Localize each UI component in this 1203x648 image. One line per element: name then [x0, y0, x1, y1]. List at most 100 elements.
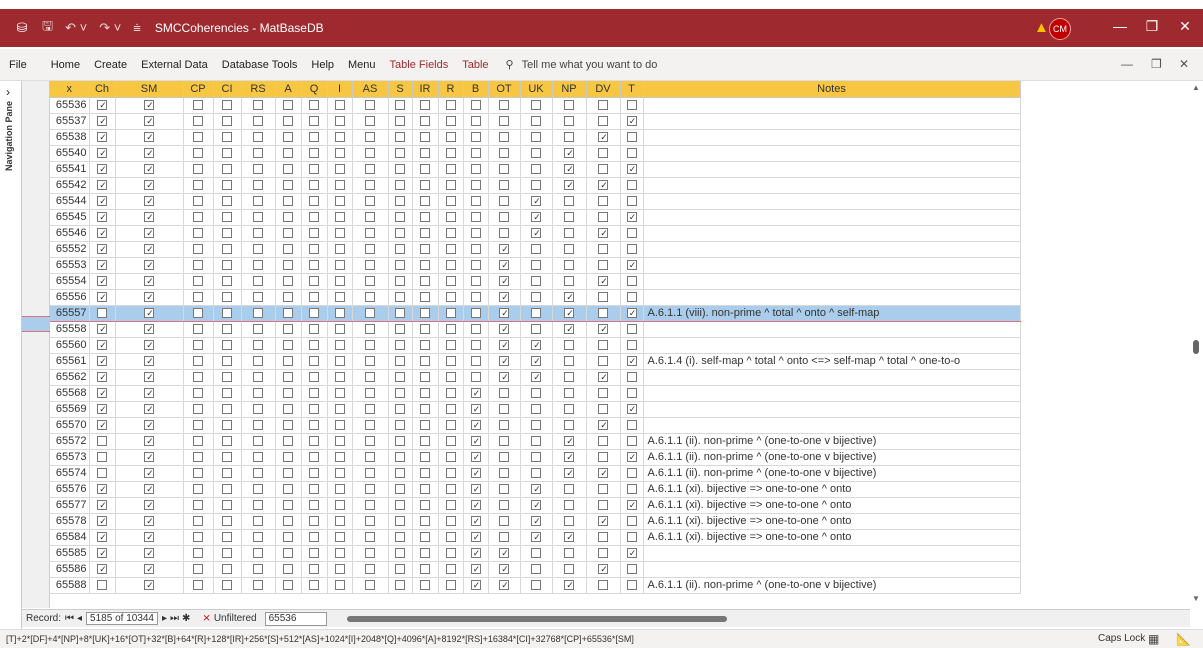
cell-notes[interactable]	[643, 177, 1021, 194]
checkbox[interactable]	[193, 196, 203, 207]
column-header-r[interactable]: R	[438, 81, 464, 98]
checkbox[interactable]	[499, 564, 510, 575]
column-header-s[interactable]: S	[388, 81, 413, 98]
checkbox[interactable]	[626, 580, 637, 591]
checkbox[interactable]	[97, 516, 108, 527]
checkbox[interactable]	[309, 500, 319, 511]
checkbox[interactable]	[564, 340, 574, 351]
checkbox[interactable]	[445, 372, 456, 383]
cell-x[interactable]: 65558	[50, 321, 90, 338]
search-input[interactable]: 65536	[264, 611, 327, 626]
checkbox[interactable]	[470, 436, 482, 447]
checkbox[interactable]	[445, 212, 456, 223]
checkbox[interactable]	[97, 196, 108, 207]
checkbox[interactable]	[445, 356, 456, 367]
checkbox[interactable]	[531, 516, 542, 527]
checkbox[interactable]	[626, 340, 637, 351]
checkbox[interactable]	[470, 196, 481, 207]
checkbox[interactable]	[283, 388, 293, 399]
checkbox[interactable]	[334, 324, 345, 335]
checkbox[interactable]	[531, 276, 541, 287]
checkbox[interactable]	[564, 548, 574, 559]
table-row[interactable]: 65577 A.6.1.1 (xi). bijective => one-to-o…	[50, 497, 1021, 514]
checkbox[interactable]	[598, 548, 608, 559]
checkbox[interactable]	[470, 276, 481, 287]
checkbox[interactable]	[626, 100, 637, 111]
checkbox[interactable]	[598, 100, 608, 111]
checkbox[interactable]	[499, 196, 509, 207]
checkbox[interactable]	[365, 356, 375, 367]
checkbox[interactable]	[97, 420, 108, 431]
checkbox[interactable]	[365, 212, 375, 223]
checkbox[interactable]	[531, 260, 541, 271]
checkbox[interactable]	[334, 404, 345, 415]
checkbox[interactable]	[598, 308, 608, 319]
cell-x[interactable]: 65553	[50, 257, 90, 274]
checkbox[interactable]	[334, 548, 345, 559]
checkbox[interactable]	[97, 260, 108, 271]
column-header-b[interactable]: B	[463, 81, 489, 98]
column-header-uk[interactable]: UK	[520, 81, 553, 98]
cell-x[interactable]: 65542	[50, 177, 90, 194]
checkbox[interactable]	[253, 180, 263, 191]
checkbox[interactable]	[193, 484, 203, 495]
checkbox[interactable]	[253, 324, 263, 335]
checkbox[interactable]	[564, 260, 574, 271]
checkbox[interactable]	[395, 260, 405, 271]
checkbox[interactable]	[193, 180, 203, 191]
checkbox[interactable]	[283, 308, 293, 319]
vertical-scrollbar[interactable]: ▲ ▼	[1190, 81, 1203, 608]
checkbox[interactable]	[564, 404, 574, 415]
checkbox[interactable]	[144, 532, 155, 543]
checkbox[interactable]	[193, 532, 203, 543]
checkbox[interactable]	[144, 356, 155, 367]
checkbox[interactable]	[420, 180, 430, 191]
checkbox[interactable]	[626, 164, 638, 175]
checkbox[interactable]	[531, 340, 542, 351]
checkbox[interactable]	[309, 548, 319, 559]
table-row[interactable]: 65573 A.6.1.1 (ii). non-prime ^ (one-to-o…	[50, 449, 1021, 466]
checkbox[interactable]	[253, 404, 263, 415]
checkbox[interactable]	[309, 564, 319, 575]
datasheet-grid[interactable]: x Ch SM CP CI RS A Q I AS S IR R B OT UK NP DV T Notes 6553…	[50, 81, 1190, 608]
table-row[interactable]: 65538	[50, 129, 1021, 146]
checkbox[interactable]	[626, 212, 638, 223]
cell-notes[interactable]	[643, 257, 1021, 274]
checkbox[interactable]	[253, 532, 263, 543]
checkbox[interactable]	[598, 500, 608, 511]
checkbox[interactable]	[309, 164, 319, 175]
checkbox[interactable]	[193, 548, 203, 559]
cell-x[interactable]: 65572	[50, 433, 90, 450]
checkbox[interactable]	[445, 484, 456, 495]
checkbox[interactable]	[564, 100, 574, 111]
checkbox[interactable]	[499, 516, 509, 527]
checkbox[interactable]	[365, 276, 375, 287]
checkbox[interactable]	[395, 308, 405, 319]
checkbox[interactable]	[445, 340, 456, 351]
checkbox[interactable]	[598, 276, 609, 287]
checkbox[interactable]	[420, 292, 430, 303]
checkbox[interactable]	[626, 116, 638, 127]
checkbox[interactable]	[626, 372, 637, 383]
checkbox[interactable]	[626, 260, 638, 271]
checkbox[interactable]	[365, 164, 375, 175]
checkbox[interactable]	[395, 388, 405, 399]
save-icon[interactable]: 🖫	[42, 17, 53, 39]
checkbox[interactable]	[445, 388, 456, 399]
checkbox[interactable]	[470, 116, 481, 127]
checkbox[interactable]	[253, 196, 263, 207]
checkbox[interactable]	[626, 420, 637, 431]
checkbox[interactable]	[564, 148, 575, 159]
checkbox[interactable]	[598, 516, 609, 527]
checkbox[interactable]	[309, 468, 319, 479]
checkbox[interactable]	[334, 164, 345, 175]
column-header-i[interactable]: I	[327, 81, 353, 98]
checkbox[interactable]	[253, 372, 263, 383]
cell-notes[interactable]: A.6.1.4 (i). self-map ^ total ^ onto <=>…	[643, 353, 1021, 370]
checkbox[interactable]	[222, 468, 232, 479]
ribbon-restore-icon[interactable]: ❐	[1151, 57, 1162, 71]
checkbox[interactable]	[193, 324, 203, 335]
checkbox[interactable]	[365, 388, 375, 399]
cell-x[interactable]: 65585	[50, 545, 90, 562]
checkbox[interactable]	[420, 340, 430, 351]
